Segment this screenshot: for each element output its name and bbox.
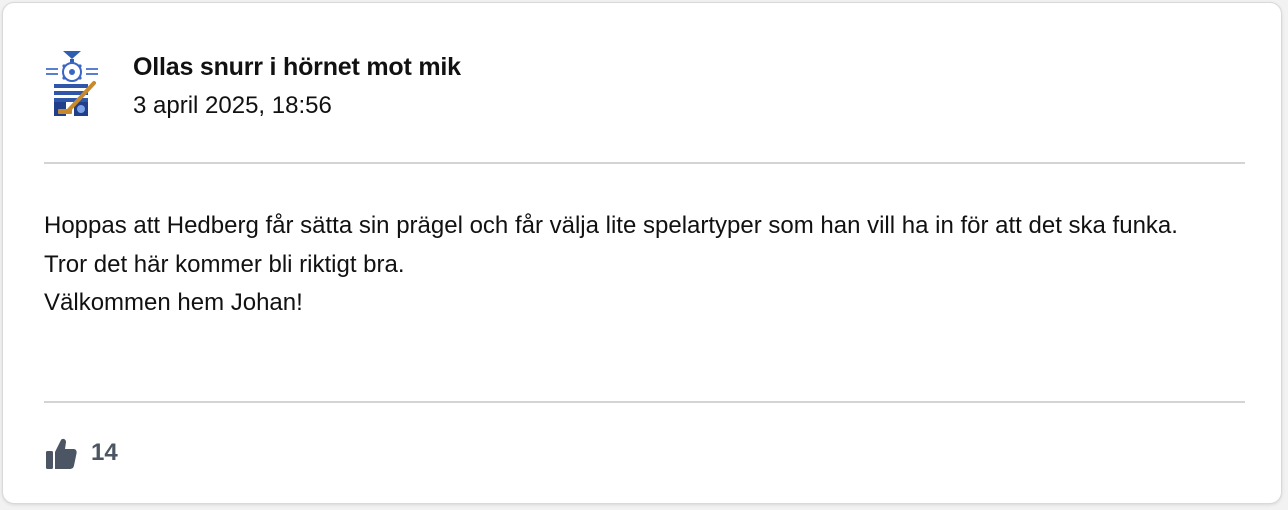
footer-divider [44, 401, 1245, 403]
reactions-bar: 14 [44, 433, 118, 473]
post-timestamp: 3 april 2025, 18:56 [133, 92, 332, 119]
post-body: Hoppas att Hedberg får sätta sin prägel … [44, 207, 1249, 323]
post-header: Ollas snurr i hörnet mot mik 3 april 202… [44, 51, 461, 121]
post-body-line: Tror det här kommer bli riktigt bra. [44, 250, 405, 278]
post-body-line: Hoppas att Hedberg får sätta sin prägel … [44, 212, 1178, 239]
like-count: 14 [91, 439, 118, 466]
post-meta: Ollas snurr i hörnet mot mik 3 april 202… [133, 52, 461, 121]
forum-post-card: Ollas snurr i hörnet mot mik 3 april 202… [2, 2, 1282, 504]
author-name[interactable]: Ollas snurr i hörnet mot mik [133, 52, 461, 82]
avatar[interactable] [44, 51, 100, 117]
post-body-line: Välkommen hem Johan! [44, 289, 303, 316]
like-button[interactable] [44, 435, 77, 471]
thumbs-up-icon [45, 438, 77, 469]
header-divider [44, 162, 1245, 164]
